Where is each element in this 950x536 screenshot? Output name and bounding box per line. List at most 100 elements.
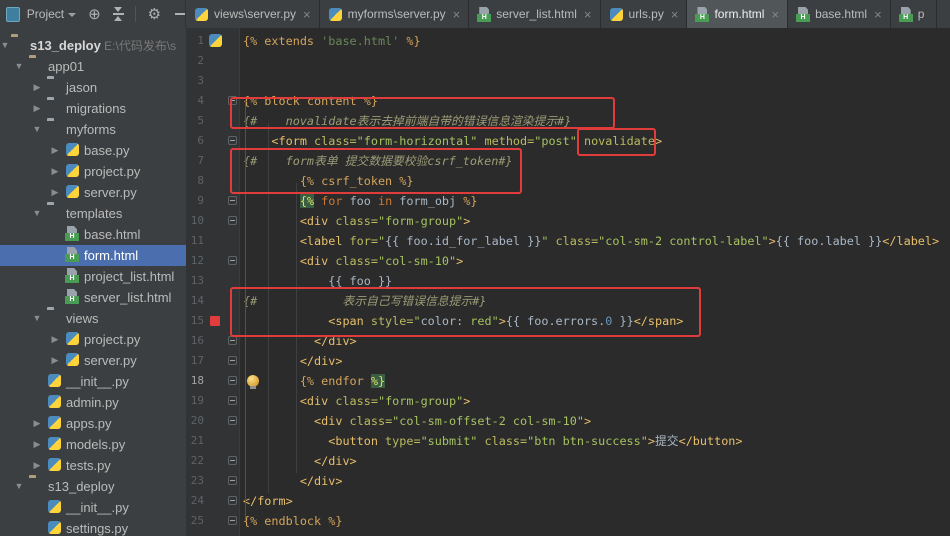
tree-item-server.py[interactable]: ▶ server.py xyxy=(0,350,186,371)
code-line[interactable]: 9 {% for foo in form_obj %} xyxy=(186,191,950,211)
hide-panel-icon[interactable] xyxy=(175,13,186,15)
fold-open-icon[interactable] xyxy=(228,416,237,425)
tab-close-icon[interactable]: × xyxy=(771,8,779,21)
tree-item-form.html[interactable]: Hform.html xyxy=(0,245,186,266)
red-marker-icon[interactable] xyxy=(210,316,220,326)
tab-form.html[interactable]: Hform.html × xyxy=(687,0,789,28)
code-line[interactable]: 1 {% extends 'base.html' %} xyxy=(186,31,950,51)
fold-end-icon[interactable] xyxy=(228,496,237,505)
code-line[interactable]: 15 <span style="color: red">{{ foo.error… xyxy=(186,311,950,331)
tab-server_list.html[interactable]: Hserver_list.html × xyxy=(469,0,601,28)
collapse-all-icon[interactable] xyxy=(112,7,124,21)
tree-item-settings.py[interactable]: settings.py xyxy=(0,518,186,536)
tree-item-base.html[interactable]: Hbase.html xyxy=(0,224,186,245)
fold-open-icon[interactable] xyxy=(228,96,237,105)
code-line[interactable]: 6 <form class="form-horizontal" method="… xyxy=(186,131,950,151)
fold-open-icon[interactable] xyxy=(228,216,237,225)
collapsed-arrow-icon[interactable]: ▶ xyxy=(32,82,42,93)
code-line[interactable]: 10 <div class="form-group"> xyxy=(186,211,950,231)
tree-item-jason[interactable]: ▶ jason xyxy=(0,77,186,98)
collapsed-arrow-icon[interactable]: ▶ xyxy=(50,166,60,177)
collapsed-arrow-icon[interactable]: ▶ xyxy=(50,145,60,156)
gear-icon[interactable]: ⚙ xyxy=(148,7,161,22)
code-line[interactable]: 14 {# 表示自己写错误信息提示#} xyxy=(186,291,950,311)
tab-close-icon[interactable]: × xyxy=(303,8,311,21)
tree-item-models.py[interactable]: ▶ models.py xyxy=(0,434,186,455)
intention-bulb-icon[interactable] xyxy=(247,375,259,389)
tree-item-app01[interactable]: ▼ app01 xyxy=(0,56,186,77)
code-line[interactable]: 7 {# form表单 提交数据要校验csrf_token#} xyxy=(186,151,950,171)
tree-item-server.py[interactable]: ▶ server.py xyxy=(0,182,186,203)
locate-icon[interactable]: ⊕ xyxy=(88,7,101,22)
code-line[interactable]: 13 {{ foo }} xyxy=(186,271,950,291)
code-line[interactable]: 24 </form> xyxy=(186,491,950,511)
code-line[interactable]: 12 <div class="col-sm-10"> xyxy=(186,251,950,271)
tab-views-server.py[interactable]: views\server.py × xyxy=(186,0,320,28)
tree-item-myforms[interactable]: ▼ myforms xyxy=(0,119,186,140)
code-line[interactable]: 16 </div> xyxy=(186,331,950,351)
collapsed-arrow-icon[interactable]: ▶ xyxy=(50,187,60,198)
tree-item-s13_deploy[interactable]: ▼ s13_deploy E:\代码发布\s xyxy=(0,35,186,56)
code-line[interactable]: 18 {% endfor %} xyxy=(186,371,950,391)
project-title[interactable]: Project xyxy=(27,7,64,21)
code-line[interactable]: 17 </div> xyxy=(186,351,950,371)
tab-close-icon[interactable]: × xyxy=(453,8,461,21)
fold-open-icon[interactable] xyxy=(228,256,237,265)
code-line[interactable]: 3 xyxy=(186,71,950,91)
code-line[interactable]: 21 <button type="submit" class="btn btn-… xyxy=(186,431,950,451)
code-line[interactable]: 25 {% endblock %} xyxy=(186,511,950,531)
tab-base.html[interactable]: Hbase.html × xyxy=(788,0,891,28)
tab-myforms-server.py[interactable]: myforms\server.py × xyxy=(319,0,470,28)
code-line[interactable]: 19 <div class="form-group"> xyxy=(186,391,950,411)
code-line[interactable]: 8 {% csrf_token %} xyxy=(186,171,950,191)
tree-item-apps.py[interactable]: ▶ apps.py xyxy=(0,413,186,434)
fold-end-icon[interactable] xyxy=(228,376,237,385)
expanded-arrow-icon[interactable]: ▼ xyxy=(14,61,24,71)
expanded-arrow-icon[interactable]: ▼ xyxy=(32,313,42,323)
tree-item-templates[interactable]: ▼ templates xyxy=(0,203,186,224)
fold-end-icon[interactable] xyxy=(228,356,237,365)
collapsed-arrow-icon[interactable]: ▶ xyxy=(50,334,60,345)
tree-item-base.py[interactable]: ▶ base.py xyxy=(0,140,186,161)
code-editor[interactable]: 1 {% extends 'base.html' %} 2 3 4 {% block co… xyxy=(186,28,950,536)
code-line[interactable]: 11 <label for="{{ foo.id_for_label }}" c… xyxy=(186,231,950,251)
tab-close-icon[interactable]: × xyxy=(584,8,592,21)
fold-end-icon[interactable] xyxy=(228,456,237,465)
tab-p[interactable]: Hp xyxy=(890,0,938,28)
tree-item-admin.py[interactable]: admin.py xyxy=(0,392,186,413)
fold-open-icon[interactable] xyxy=(228,396,237,405)
tree-item-project.py[interactable]: ▶ project.py xyxy=(0,329,186,350)
fold-end-icon[interactable] xyxy=(228,336,237,345)
tree-item-s13_deploy[interactable]: ▼ s13_deploy xyxy=(0,476,186,497)
expanded-arrow-icon[interactable]: ▼ xyxy=(14,481,24,491)
collapsed-arrow-icon[interactable]: ▶ xyxy=(32,460,42,471)
collapsed-arrow-icon[interactable]: ▶ xyxy=(50,355,60,366)
code-line[interactable]: 5 {# novalidate表示去掉前端自带的错误信息渲染提示#} xyxy=(186,111,950,131)
fold-end-icon[interactable] xyxy=(228,516,237,525)
fold-open-icon[interactable] xyxy=(228,196,237,205)
tree-item-project.py[interactable]: ▶ project.py xyxy=(0,161,186,182)
tree-item-project_list.html[interactable]: Hproject_list.html xyxy=(0,266,186,287)
chevron-down-icon[interactable] xyxy=(68,13,77,17)
fold-open-icon[interactable] xyxy=(228,136,237,145)
code-line[interactable]: 4 {% block content %} xyxy=(186,91,950,111)
collapsed-arrow-icon[interactable]: ▶ xyxy=(32,439,42,450)
tree-item-__init__.py[interactable]: __init__.py xyxy=(0,497,186,518)
tree-item-server_list.html[interactable]: Hserver_list.html xyxy=(0,287,186,308)
code-line[interactable]: 23 </div> xyxy=(186,471,950,491)
tab-close-icon[interactable]: × xyxy=(671,8,679,21)
expanded-arrow-icon[interactable]: ▼ xyxy=(0,40,10,50)
code-line[interactable]: 22 </div> xyxy=(186,451,950,471)
tab-urls.py[interactable]: urls.py × xyxy=(600,0,688,28)
project-toolwindow-icon[interactable] xyxy=(6,6,20,22)
code-line[interactable]: 2 xyxy=(186,51,950,71)
collapsed-arrow-icon[interactable]: ▶ xyxy=(32,103,42,114)
fold-end-icon[interactable] xyxy=(228,476,237,485)
tree-item-migrations[interactable]: ▶ migrations xyxy=(0,98,186,119)
tree-item-__init__.py[interactable]: __init__.py xyxy=(0,371,186,392)
expanded-arrow-icon[interactable]: ▼ xyxy=(32,208,42,218)
tree-item-tests.py[interactable]: ▶ tests.py xyxy=(0,455,186,476)
expanded-arrow-icon[interactable]: ▼ xyxy=(32,124,42,134)
tab-close-icon[interactable]: × xyxy=(874,8,882,21)
tree-item-views[interactable]: ▼ views xyxy=(0,308,186,329)
